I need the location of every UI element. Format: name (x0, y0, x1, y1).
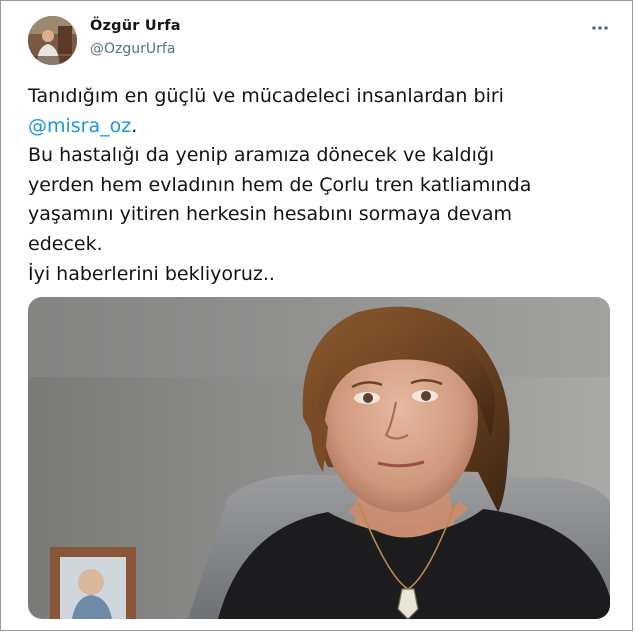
author-display-name[interactable]: Özgür Urfa (90, 18, 181, 34)
tweet-text: Tanıdığım en güçlü ve mücadeleci insanla… (28, 82, 618, 289)
avatar-photo (28, 16, 77, 65)
author-handle[interactable]: @OzgurUrfa (90, 41, 175, 57)
mention-link[interactable]: @misra_oz (28, 115, 131, 137)
tweet-text-line: Tanıdığım en güçlü ve mücadeleci insanla… (28, 85, 504, 107)
tweet-media-photo[interactable] (28, 297, 610, 619)
tweet-text-line: İyi haberlerini bekliyoruz.. (28, 262, 275, 285)
tweet-text-line: Bu hastalığı da yenip aramıza dönecek ve… (28, 144, 495, 167)
tweet-card: Özgür Urfa @OzgurUrfa Tanıdığım en güçlü… (0, 0, 633, 631)
tweet-text-line: @misra_oz. (28, 112, 618, 142)
author-avatar[interactable] (28, 16, 77, 65)
tweet-text-line: yaşamını yitiren herkesin hesabını sorma… (28, 203, 513, 226)
tweet-text-line: yerden hem evladının hem de Çorlu tren k… (28, 173, 532, 196)
more-horizontal-icon[interactable] (587, 18, 613, 38)
tweet-text-fragment: . (131, 114, 138, 137)
tweet-text-line: edecek. (28, 232, 103, 255)
portrait-photo (28, 297, 610, 619)
